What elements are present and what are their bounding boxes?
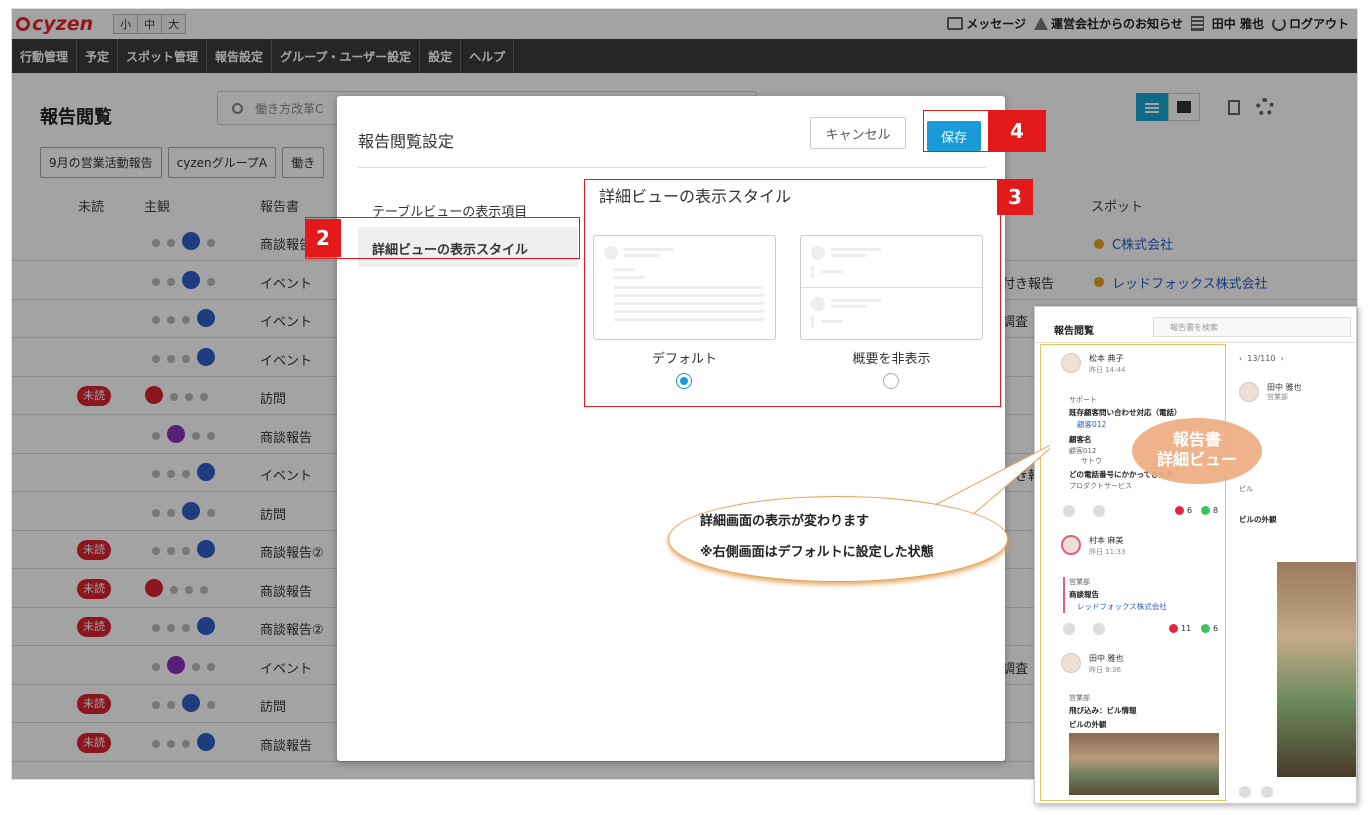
detail-label: ビルの外観 [1239, 515, 1277, 524]
entry-report: 商談報告 [1069, 590, 1099, 599]
detail-label: ビル [1239, 485, 1253, 493]
entry-time: 昨日 11:33 [1089, 548, 1126, 556]
building-photo [1069, 733, 1219, 795]
modal-title: 報告閲覧設定 [358, 132, 455, 151]
entry-spot: 顧客012 [1077, 420, 1107, 429]
like-count-value: 11 [1181, 624, 1192, 633]
entry-name: 田中 雅也 [1089, 654, 1124, 663]
comment-icon [1261, 786, 1273, 798]
bubble-line: 詳細ビュー [1156, 450, 1237, 469]
detail-view-bubble: 報告書 詳細ビュー [1132, 418, 1262, 484]
detail-pager: ‹ 13/110 › [1239, 354, 1284, 363]
preview-detail-pane: ‹ 13/110 › 田中 雅也 営業部 ビル ビルの外観 [1227, 344, 1356, 803]
callout: 詳細画面の表示が変わります ※右側画面はデフォルトに設定した状態 [660, 440, 1050, 610]
heart-icon [1239, 786, 1251, 798]
entry-time: 昨日 14:44 [1089, 366, 1126, 374]
entry-field-label: ビルの外観 [1069, 720, 1107, 729]
callout-bubble [668, 496, 1008, 582]
entry-field-value: プロダクトサービス [1069, 482, 1132, 490]
pager-value: 13/110 [1247, 354, 1276, 363]
building-photo [1277, 562, 1356, 777]
entry-field-value: 顧客012 [1069, 447, 1097, 455]
comment-icon [1093, 505, 1105, 517]
heart-icon [1063, 623, 1075, 635]
entry-report: 飛び込み：ビル情報 [1069, 706, 1137, 715]
callout-line-2: ※右側画面はデフォルトに設定した状態 [700, 545, 934, 560]
avatar [1239, 382, 1259, 402]
entry-spot: レッドフォックス株式会社 [1077, 602, 1167, 611]
entry-report: 既存顧客問い合わせ対応（電話） [1069, 408, 1182, 417]
comment-count-value: 8 [1213, 506, 1219, 515]
preview-title: 報告閲覧 [1054, 326, 1094, 337]
step-marker-2: 2 [305, 219, 341, 257]
entry-dept: サポート [1069, 396, 1097, 404]
modal-divider [358, 167, 986, 168]
cancel-button[interactable]: キャンセル [810, 117, 906, 149]
entry-accent-bar [1063, 577, 1065, 613]
callout-line-1: 詳細画面の表示が変わります [700, 514, 870, 529]
highlight-style-section [584, 179, 1001, 407]
entry-name: 松本 典子 [1089, 354, 1124, 363]
preview-search: 報告書を検索 [1153, 317, 1351, 337]
preview-header: 報告閲覧 報告書を検索 [1035, 307, 1356, 343]
comment-count: 6 [1201, 624, 1218, 633]
comment-count: 8 [1201, 506, 1218, 515]
comment-count-value: 6 [1213, 624, 1219, 633]
avatar [1061, 653, 1081, 673]
comment-icon [1093, 623, 1105, 635]
heart-icon [1063, 505, 1075, 517]
step-marker-3: 3 [997, 179, 1033, 215]
highlight-save [923, 110, 989, 152]
entry-field-label: 顧客名 [1069, 435, 1092, 444]
avatar [1061, 535, 1081, 555]
entry-dept: 営業部 [1069, 694, 1090, 702]
like-count: 6 [1175, 506, 1192, 515]
like-count: 11 [1169, 624, 1191, 633]
entry-name: 村本 麻美 [1089, 536, 1124, 545]
bubble-line: 報告書 [1172, 430, 1221, 449]
entry-field-value: サトウ [1081, 457, 1102, 465]
avatar [1061, 353, 1081, 373]
detail-view-preview: 報告閲覧 報告書を検索 松本 典子 昨日 14:44 サポート 既存顧客問い合わ… [1034, 306, 1357, 804]
entry-dept: 営業部 [1069, 578, 1090, 586]
like-count-value: 6 [1187, 506, 1193, 515]
highlight-menu-item [305, 217, 580, 259]
preview-feed: 松本 典子 昨日 14:44 サポート 既存顧客問い合わせ対応（電話） 顧客01… [1040, 344, 1226, 801]
step-marker-4: 4 [988, 110, 1046, 152]
detail-dept: 営業部 [1267, 393, 1288, 401]
entry-time: 昨日 9:36 [1089, 666, 1121, 674]
